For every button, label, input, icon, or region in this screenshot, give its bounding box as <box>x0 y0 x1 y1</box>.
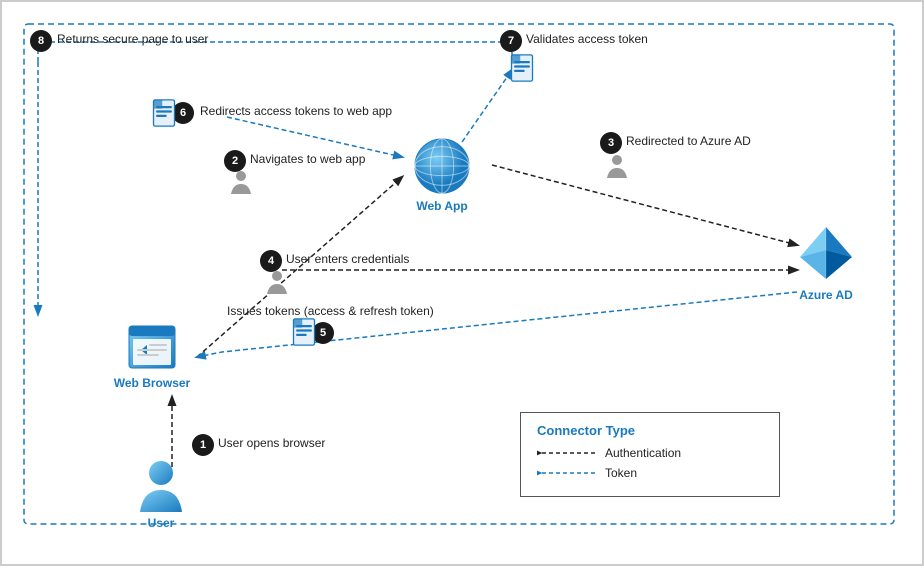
step-6-label: Redirects access tokens to web app <box>200 104 392 118</box>
legend-token-line <box>537 472 597 474</box>
step-6-doc-icon <box>150 99 178 130</box>
step-8-badge: 8 <box>30 30 52 52</box>
legend-auth-label: Authentication <box>605 446 681 460</box>
step-2-person-icon <box>230 170 252 197</box>
step-2-label: Navigates to web app <box>250 152 365 166</box>
step-1-badge: 1 <box>192 434 214 456</box>
web-browser-label: Web Browser <box>114 376 190 390</box>
legend-title: Connector Type <box>537 423 763 438</box>
step-2-badge: 2 <box>224 150 246 172</box>
legend-auth-line <box>537 452 597 454</box>
step-4-badge: 4 <box>260 250 282 272</box>
legend-box: Connector Type Authentication <box>520 412 780 497</box>
legend-item-auth: Authentication <box>537 446 763 460</box>
step-8-label: Returns secure page to user <box>57 32 208 46</box>
step-4-label: User enters credentials <box>286 252 409 266</box>
user-node: User <box>130 460 192 530</box>
step-1-label: User opens browser <box>218 436 325 450</box>
step-3-person-icon <box>606 154 628 181</box>
diagram: 8 Returns secure page to user 7 Validate… <box>0 0 924 566</box>
legend-token-label: Token <box>605 466 637 480</box>
azure-ad-label: Azure AD <box>799 288 853 302</box>
step-3-label: Redirected to Azure AD <box>626 134 751 148</box>
step-7-badge: 7 <box>500 30 522 52</box>
step-3-badge: 3 <box>600 132 622 154</box>
web-app-node: Web App <box>402 137 482 213</box>
web-browser-node: Web Browser <box>112 322 192 390</box>
step-5-label: Issues tokens (access & refresh token) <box>227 304 434 318</box>
step-5-doc-icon <box>290 318 318 349</box>
user-label: User <box>148 516 175 530</box>
step-4-person-icon <box>266 270 288 297</box>
web-app-label: Web App <box>416 199 467 213</box>
azure-ad-node: Azure AD <box>786 222 866 302</box>
legend-item-token: Token <box>537 466 763 480</box>
step-7-doc-icon <box>508 54 536 85</box>
step-7-label: Validates access token <box>526 32 648 46</box>
